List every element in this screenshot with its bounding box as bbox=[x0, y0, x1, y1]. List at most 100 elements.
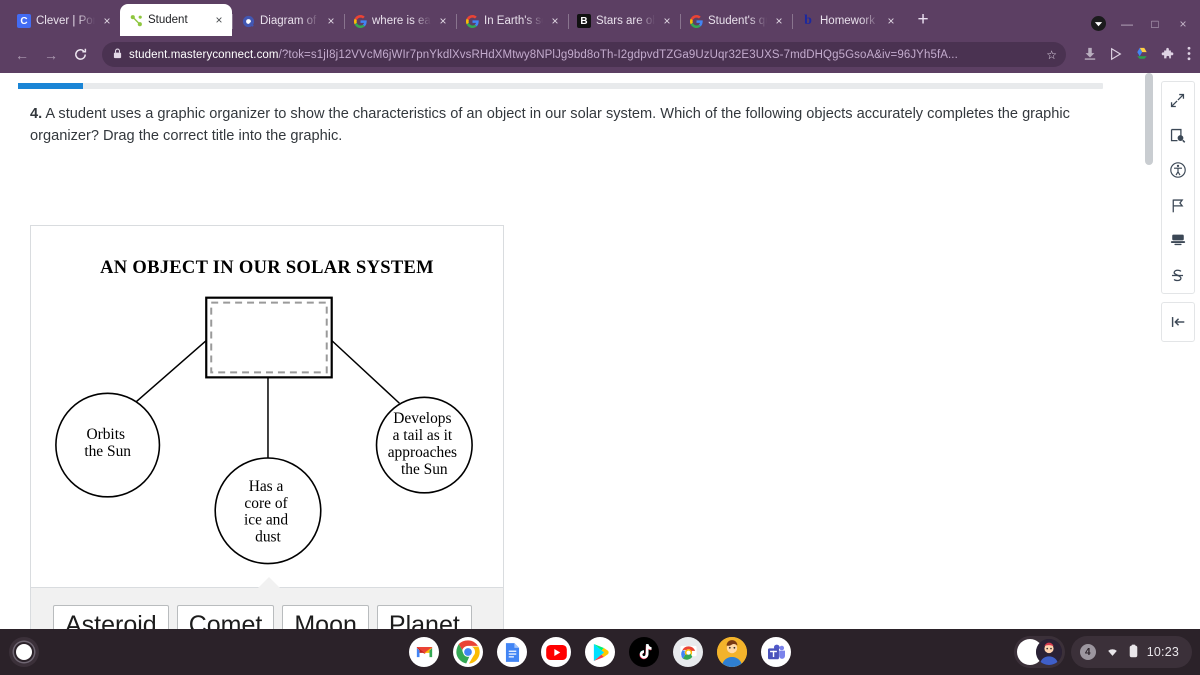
url-path: /?tok=s1jI8j12VVcM6jWIr7pnYkdlXvsRHdXMtw… bbox=[278, 48, 958, 61]
system-tray: 4 10:23 bbox=[1013, 636, 1192, 668]
tab-close-icon[interactable]: × bbox=[100, 15, 114, 27]
clock: 10:23 bbox=[1146, 645, 1179, 659]
window-controls: — □ × bbox=[1091, 16, 1200, 36]
assessment-tool-rail bbox=[1154, 73, 1200, 629]
tab-close-icon[interactable]: × bbox=[212, 14, 226, 26]
connector-line-left bbox=[134, 339, 207, 404]
system-shelf: 4 10:23 bbox=[0, 629, 1200, 675]
browser-tab-diagram[interactable]: Diagram of th × bbox=[232, 6, 344, 36]
url-text: student.masteryconnect.com/?tok=s1jI8j12… bbox=[129, 49, 1039, 61]
progress-bar bbox=[18, 83, 1103, 89]
quizlet-favicon bbox=[241, 14, 255, 28]
user-avatar-secondary[interactable] bbox=[1035, 639, 1062, 665]
extensions-icon[interactable] bbox=[1161, 47, 1175, 63]
chrome-remote-desktop-icon[interactable] bbox=[673, 637, 703, 667]
window-minimize-button[interactable]: — bbox=[1120, 17, 1134, 31]
browser-tab-homework-help[interactable]: b Homework He × bbox=[792, 6, 904, 36]
tab-title: Student's quiz bbox=[708, 15, 767, 27]
google-play-icon[interactable] bbox=[585, 637, 615, 667]
graphic-organizer-card: AN OBJECT IN OUR SOLAR SYSTEM Orbits the… bbox=[30, 225, 504, 629]
shelf-app-list bbox=[409, 637, 791, 667]
expand-icon[interactable] bbox=[1167, 89, 1189, 111]
reload-button[interactable] bbox=[67, 42, 93, 68]
draggable-choice-asteroid[interactable]: Asteroid bbox=[53, 605, 169, 629]
accessibility-icon[interactable] bbox=[1167, 159, 1189, 181]
connector-line-right bbox=[331, 339, 400, 404]
page-scrollbar[interactable] bbox=[1143, 73, 1154, 629]
google-docs-icon[interactable] bbox=[497, 637, 527, 667]
tab-close-icon[interactable]: × bbox=[436, 15, 450, 27]
question-prompt: 4. A student uses a graphic organizer to… bbox=[30, 103, 1090, 147]
answer-choice-bank: Asteroid Comet Moon Planet bbox=[30, 577, 504, 629]
google-drive-icon[interactable] bbox=[1135, 47, 1149, 62]
window-maximize-button[interactable]: □ bbox=[1148, 17, 1162, 31]
browser-tab-where-is-earth[interactable]: where is earth × bbox=[344, 6, 456, 36]
collapse-panel-icon[interactable] bbox=[1167, 311, 1189, 333]
send-icon[interactable] bbox=[1109, 47, 1123, 63]
browser-window: C Clever | Portal × Student × bbox=[0, 0, 1200, 629]
highlighter-icon[interactable] bbox=[1167, 229, 1189, 251]
launcher-button[interactable] bbox=[9, 637, 39, 667]
tab-title: Clever | Portal bbox=[36, 15, 95, 27]
avatar-icon[interactable] bbox=[717, 637, 747, 667]
battery-icon bbox=[1129, 644, 1138, 661]
drop-target-box[interactable] bbox=[205, 296, 333, 379]
browser-tab-stars-are-objects[interactable]: B Stars are obje × bbox=[568, 6, 680, 36]
star-icon[interactable]: ☆ bbox=[1046, 48, 1057, 62]
tab-title: Homework He bbox=[820, 15, 879, 27]
google-favicon bbox=[353, 14, 367, 28]
back-button[interactable]: ← bbox=[9, 42, 35, 68]
microsoft-teams-icon[interactable] bbox=[761, 637, 791, 667]
tab-close-icon[interactable]: × bbox=[548, 15, 562, 27]
forward-button[interactable]: → bbox=[38, 42, 64, 68]
tab-close-icon[interactable]: × bbox=[884, 15, 898, 27]
tab-close-icon[interactable]: × bbox=[324, 15, 338, 27]
url-host: student.masteryconnect.com bbox=[129, 48, 279, 61]
draggable-choice-planet[interactable]: Planet bbox=[376, 605, 472, 629]
tab-title: Student bbox=[148, 14, 188, 26]
google-favicon bbox=[465, 14, 479, 28]
tab-close-icon[interactable]: × bbox=[772, 15, 786, 27]
chrome-menu-icon[interactable] bbox=[1187, 46, 1191, 63]
magnifier-icon[interactable] bbox=[1167, 124, 1189, 146]
user-avatars[interactable] bbox=[1013, 636, 1065, 668]
tiktok-icon[interactable] bbox=[629, 637, 659, 667]
tab-close-icon[interactable]: × bbox=[660, 15, 674, 27]
lock-icon bbox=[113, 48, 122, 61]
browser-tab-clever-portal[interactable]: C Clever | Portal × bbox=[8, 6, 120, 36]
progress-bar-fill bbox=[18, 83, 84, 89]
toolbar-icon-group bbox=[1075, 46, 1191, 63]
gmail-icon[interactable] bbox=[409, 637, 439, 667]
chrome-icon[interactable] bbox=[453, 637, 483, 667]
organizer-diagram: Orbits the Sun Has a core of ice and dus… bbox=[55, 296, 473, 565]
wifi-icon bbox=[1105, 645, 1120, 660]
strikethrough-icon[interactable] bbox=[1167, 264, 1189, 286]
clever-favicon: C bbox=[17, 14, 31, 28]
question-number: 4. bbox=[30, 106, 43, 122]
browser-toolbar: ← → student.masteryconnect.com/?tok=s1jI… bbox=[0, 36, 1200, 73]
browser-tab-student[interactable]: Student × bbox=[120, 4, 232, 36]
launcher-icon bbox=[16, 644, 32, 660]
profile-avatar-icon[interactable] bbox=[1091, 16, 1106, 31]
browser-tab-in-earths-solar[interactable]: In Earth's sola × bbox=[456, 6, 568, 36]
youtube-icon[interactable] bbox=[541, 637, 571, 667]
tab-title: Diagram of th bbox=[260, 15, 319, 27]
new-tab-button[interactable]: + bbox=[910, 8, 936, 34]
browser-tab-students-quiz[interactable]: Student's quiz × bbox=[680, 6, 792, 36]
brainly-favicon: B bbox=[577, 14, 591, 28]
status-area[interactable]: 4 10:23 bbox=[1070, 636, 1192, 668]
address-bar[interactable]: student.masteryconnect.com/?tok=s1jI8j12… bbox=[102, 42, 1066, 67]
window-close-button[interactable]: × bbox=[1176, 17, 1190, 31]
download-icon[interactable] bbox=[1083, 47, 1097, 63]
google-favicon bbox=[689, 14, 703, 28]
flag-icon[interactable] bbox=[1167, 194, 1189, 216]
tab-strip: C Clever | Portal × Student × bbox=[0, 0, 1200, 36]
page-viewport: 4. A student uses a graphic organizer to… bbox=[0, 73, 1200, 629]
draggable-choice-comet[interactable]: Comet bbox=[176, 605, 275, 629]
tool-rail-collapse-group bbox=[1160, 302, 1195, 342]
assessment-content: 4. A student uses a graphic organizer to… bbox=[0, 73, 1154, 629]
page-scrollbar-thumb[interactable] bbox=[1145, 73, 1153, 165]
tool-rail-group bbox=[1160, 81, 1195, 294]
organizer-node-left-label: Orbits the Sun bbox=[84, 426, 131, 460]
draggable-choice-moon[interactable]: Moon bbox=[282, 605, 369, 629]
